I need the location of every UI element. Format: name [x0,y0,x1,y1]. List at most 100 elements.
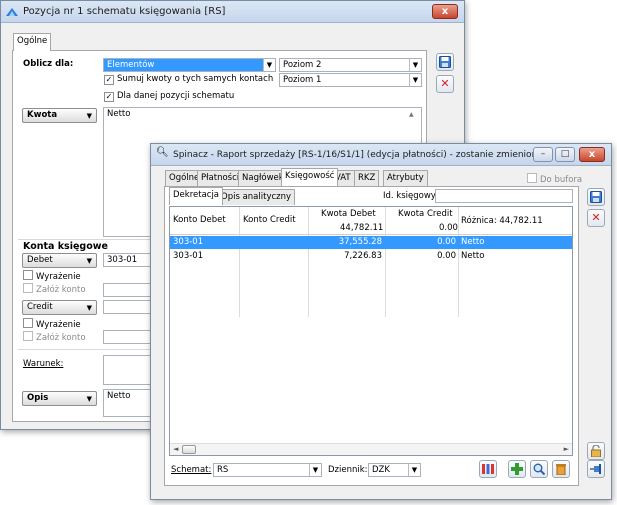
schemat-label: Schemat: [171,465,212,475]
elementy-value: Elementów [107,60,155,70]
col-kwota-debet[interactable]: Kwota Debet [321,209,376,219]
dla-danej-label: Dla danej pozycji schematu [117,91,235,101]
chevron-down-icon: ▼ [263,59,275,71]
kwota-label: Kwota [27,110,58,120]
minimize-button[interactable]: – [533,147,553,162]
total-kwota-credit: 0.00 [439,223,458,233]
col-kwota-credit[interactable]: Kwota Credit [398,209,453,219]
poziom2-select[interactable]: Poziom 2 ▼ [279,58,422,72]
total-kwota-debet: 44,782.11 [340,223,384,233]
magnifier-icon: 🔍︎ [156,147,169,158]
warunek-label: Warunek: [23,359,64,369]
row-kwota-credit: 0.00 [437,237,456,247]
pin-icon [590,464,601,474]
zaloz-konto-checkbox-1[interactable]: Załóż konto [23,283,86,295]
col-konto-debet[interactable]: Konto Debet [173,215,226,225]
columns-button[interactable] [479,460,497,478]
checkbox-box [23,283,33,293]
lock-button[interactable] [587,442,605,460]
wyrazenie-checkbox-1[interactable]: Wyrażenie [23,270,81,282]
plus-icon [511,463,523,475]
opis-dropdown-button[interactable]: Opis ▼ [22,391,97,406]
scroll-left-icon[interactable]: ◄ [173,445,178,453]
col-roznica[interactable]: Różnica: 44,782.11 [461,216,543,226]
search-icon [533,463,546,476]
row-konto-debet: 303-01 [173,237,204,247]
front-window-title: Spinacz - Raport sprzedaży [RS-1/16/S1/1… [173,150,543,160]
window-app-icon [6,6,18,19]
dropdown-arrow-icon: ▼ [86,395,92,403]
do-bufora-checkbox[interactable]: Do bufora [527,173,582,185]
row-kwota-debet: 7,226.83 [344,251,382,261]
columns-icon [482,464,494,474]
chevron-down-icon: ▼ [309,464,321,476]
cancel-button[interactable]: ✕ [587,209,605,227]
scroll-up-icon[interactable]: ▲ [409,111,414,118]
schemat-value: RS [217,465,229,475]
tab-platnosci[interactable]: Płatności [197,170,244,186]
oblicz-dla-label: Oblicz dla: [23,59,74,69]
opis-label: Opis [27,393,49,403]
credit-label: Credit [27,302,53,312]
col-konto-credit[interactable]: Konto Credit [243,215,296,225]
chevron-down-icon: ▼ [409,74,421,86]
front-close-button[interactable]: x [579,147,605,162]
row-kwota-debet: 37,555.28 [338,237,382,247]
subtab-dekretacja[interactable]: Dekretacja [169,187,224,205]
scroll-right-icon[interactable]: ► [564,445,569,453]
front-titlebar[interactable]: 🔍︎ Spinacz - Raport sprzedaży [RS-1/16/S… [151,144,611,166]
table-row[interactable]: 303-01 37,555.28 0.00 Netto [170,236,572,249]
sumuj-checkbox[interactable]: ✓ Sumuj kwoty o tych samych kontach [104,74,273,85]
add-button[interactable] [508,460,526,478]
dziennik-value: DZK [372,465,390,475]
tab-ksiegowosc[interactable]: Księgowość [281,168,339,186]
debet-account-value: 303-01 [107,255,138,265]
schemat-select[interactable]: RS ▼ [213,463,322,477]
wyrazenie-label: Wyrażenie [36,272,81,282]
spinacz-window: 🔍︎ Spinacz - Raport sprzedaży [RS-1/16/S… [150,143,612,500]
kwota-dropdown-button[interactable]: Kwota ▼ [22,108,97,123]
save-icon [590,191,602,203]
tab-atrybuty[interactable]: Atrybuty [383,170,428,186]
checkbox-box [23,318,33,328]
search-button[interactable] [530,460,548,478]
do-bufora-label: Do bufora [540,175,583,185]
save-button[interactable] [436,53,454,71]
dziennik-label: Dziennik: [328,465,368,475]
save-icon [439,56,451,68]
poziom1-select[interactable]: Poziom 1 ▼ [279,73,422,87]
row-konto-debet: 303-01 [173,251,204,261]
dropdown-arrow-icon: ▼ [86,304,92,312]
back-close-button[interactable]: x [432,4,458,19]
chevron-down-icon: ▼ [408,464,420,476]
tab-ogolne[interactable]: Ogólne [13,33,52,51]
scrollbar-thumb[interactable] [182,445,196,454]
checkbox-box [527,173,537,183]
subtab-opis-analityczny[interactable]: Opis analityczny [217,189,296,205]
kwota-value: Netto [107,109,131,119]
dziennik-select[interactable]: DZK ▼ [368,463,421,477]
konta-ksiegowe-header: Konta księgowe [23,241,108,252]
wyrazenie-checkbox-2[interactable]: Wyrażenie [23,318,81,330]
debet-dropdown-button[interactable]: Debet ▼ [22,253,97,268]
save-button[interactable] [587,188,605,206]
zaloz-konto-checkbox-2[interactable]: Załóż konto [23,331,86,343]
credit-dropdown-button[interactable]: Credit ▼ [22,300,97,315]
zaloz-konto-label: Załóż konto [36,285,86,295]
poziom2-value: Poziom 2 [283,60,322,70]
checkmark-icon: ✓ [104,75,114,85]
elementy-select[interactable]: Elementów ▼ [103,58,276,72]
cancel-button[interactable]: ✕ [436,75,454,93]
debet-label: Debet [27,255,53,265]
horizontal-scrollbar[interactable]: ◄ ► [170,443,572,455]
back-titlebar[interactable]: Pozycja nr 1 schematu księgowania [RS] x [1,1,464,23]
dla-danej-checkbox[interactable]: ✓ Dla danej pozycji schematu [104,91,234,102]
poziom1-value: Poziom 1 [283,75,322,85]
table-row[interactable]: 303-01 7,226.83 0.00 Netto [170,250,572,263]
tab-rkz[interactable]: RKZ [354,170,380,186]
chevron-down-icon: ▼ [409,59,421,71]
pin-button[interactable] [587,460,605,478]
delete-button[interactable] [552,460,570,478]
maximize-button[interactable]: □ [555,147,575,162]
id-ksiegowy-field[interactable] [435,189,573,203]
